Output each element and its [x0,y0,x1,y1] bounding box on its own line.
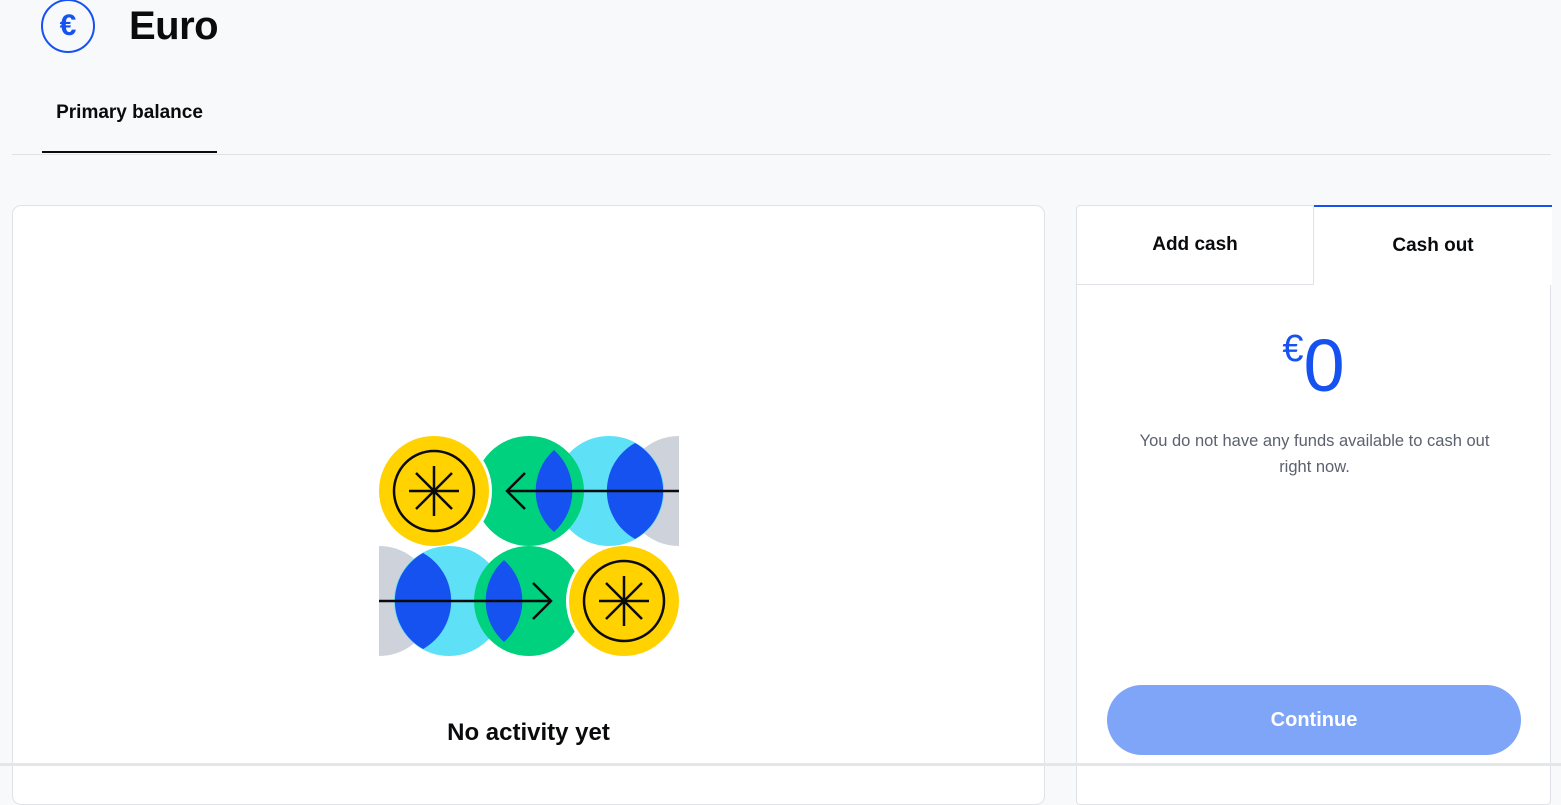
balance-tabs: Primary balance [12,90,1551,155]
cash-out-amount: €0 [1077,326,1550,406]
funds-notice: You do not have any funds available to c… [1139,432,1490,476]
tab-cash-out[interactable]: Cash out [1314,205,1552,285]
cash-panel: Add cash Cash out €0 You do not have any… [1076,205,1552,805]
currency-symbol: € [1282,328,1304,370]
tab-add-cash[interactable]: Add cash [1077,206,1314,285]
continue-button[interactable]: Continue [1107,685,1521,755]
page-header: € Euro [0,0,1561,60]
no-activity-message: No activity yet [447,719,610,746]
no-activity-illustration [379,436,679,656]
page-title: Euro [129,4,219,48]
euro-icon: € [41,0,95,53]
amount-value: 0 [1303,324,1345,407]
activity-card: No activity yet [12,205,1045,805]
tab-primary-balance[interactable]: Primary balance [42,90,217,153]
